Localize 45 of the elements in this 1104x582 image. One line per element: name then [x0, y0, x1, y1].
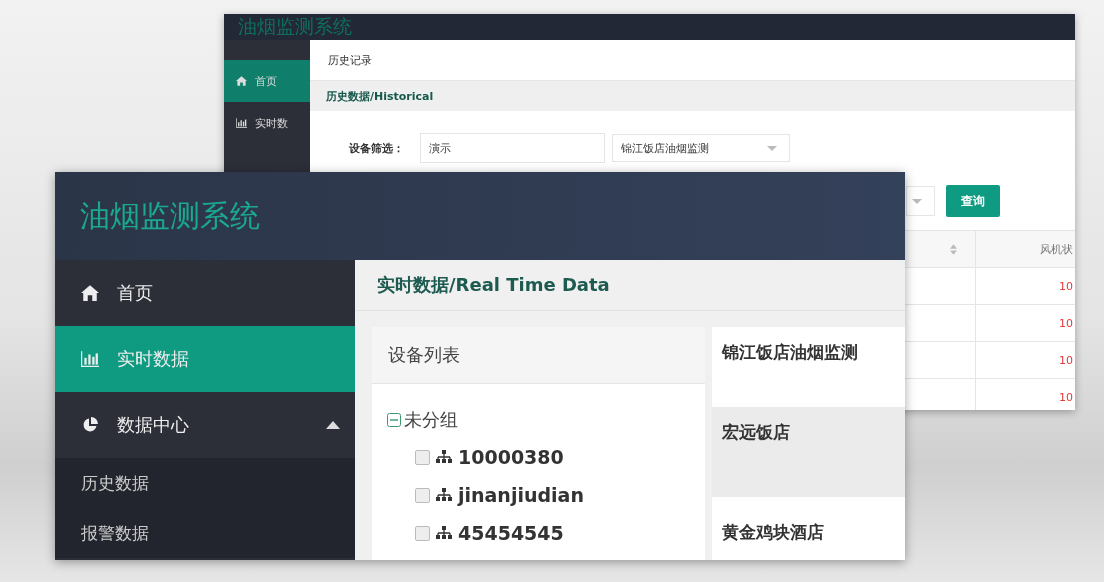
app-logo: 油烟监测系统: [80, 196, 260, 235]
caret-icon: [912, 198, 922, 204]
nav-item[interactable]: 首页: [224, 60, 310, 102]
query-button[interactable]: 查询: [946, 185, 1000, 217]
nav-item[interactable]: 首页: [55, 260, 355, 326]
device-title: 宏远饭店: [722, 422, 790, 442]
home-icon: [81, 285, 99, 301]
table-cell: 10: [1059, 353, 1073, 367]
home-icon: [236, 76, 247, 86]
breadcrumb: 实时数据/Real Time Data: [377, 273, 610, 297]
checkbox[interactable]: [415, 487, 430, 503]
device-title: 锦江饭店油烟监测: [722, 342, 858, 362]
nav-subitem[interactable]: 历史数据: [55, 458, 355, 508]
device-select[interactable]: 锦江饭店油烟监测: [612, 134, 790, 162]
nav-item[interactable]: 实时数: [224, 102, 310, 144]
table-cell: 10: [1059, 316, 1073, 330]
group-label: 未分组: [404, 408, 458, 432]
sitemap-icon: [436, 526, 452, 540]
collapse-icon[interactable]: [387, 413, 401, 427]
device-title: 黄金鸡块酒店: [722, 522, 824, 542]
table-cell: 10: [1059, 390, 1073, 404]
filter-label: 设备筛选：: [349, 140, 405, 156]
bar-chart-icon: [236, 118, 247, 128]
input-field[interactable]: 演示: [420, 133, 605, 163]
breadcrumb: 历史数据/Historical: [326, 88, 434, 104]
nav-item[interactable]: 数据中心: [55, 392, 355, 458]
device-name[interactable]: jinanjiudian: [458, 484, 584, 506]
column-header: 风机状: [1040, 241, 1073, 257]
checkbox[interactable]: [415, 525, 430, 541]
caret-icon: [767, 145, 777, 151]
nav-subitem[interactable]: 报警数据: [55, 508, 355, 558]
app-logo: 油烟监测系统: [238, 14, 352, 39]
sort-icon[interactable]: [950, 243, 957, 255]
table-cell: 10: [1059, 279, 1073, 293]
bar-chart-icon: [81, 351, 99, 367]
sitemap-icon: [436, 450, 452, 464]
sitemap-icon: [436, 488, 452, 502]
checkbox[interactable]: [415, 449, 430, 465]
device-name[interactable]: 10000380: [458, 446, 564, 468]
dropdown[interactable]: [906, 186, 935, 216]
panel-title: 设备列表: [388, 343, 460, 367]
tab[interactable]: 历史记录: [328, 52, 372, 68]
pie-chart-icon: [81, 417, 99, 433]
device-name[interactable]: 45454545: [458, 522, 564, 544]
device-card[interactable]: 宏远饭店: [712, 407, 905, 497]
